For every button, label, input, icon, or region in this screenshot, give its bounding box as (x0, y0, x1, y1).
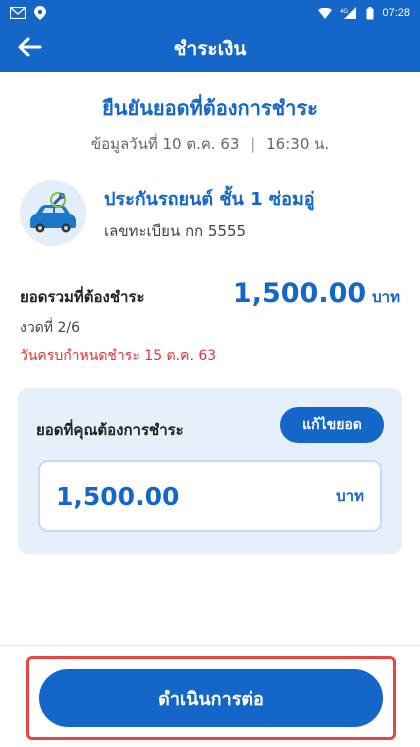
data-time: 16:30 น. (266, 135, 330, 153)
battery-icon (366, 6, 374, 20)
status-time: 07:28 (382, 7, 410, 19)
product-name: ประกันรถยนต์ ชั้น 1 ซ่อมอู่ (104, 188, 315, 210)
page-title: ชำระเงิน (173, 38, 247, 60)
product-plate: เลขทะเบียน กก 5555 (104, 221, 247, 240)
status-left (10, 6, 46, 20)
gmail-icon (10, 7, 26, 19)
due-date-label: วันครบกำหนดชำระ 15 ต.ค. 63 (20, 348, 217, 364)
payment-card: ยอดที่คุณต้องการชำระ แก้ไขยอด 1,500.00 บ… (18, 388, 402, 554)
continue-button[interactable]: ดำเนินการต่อ (39, 669, 383, 727)
car-repair-icon (20, 180, 86, 246)
product-info: ประกันรถยนต์ ชั้น 1 ซ่อมอู่ เลขทะเบียน ก… (20, 180, 400, 246)
signal-icon: 4G (340, 7, 358, 19)
total-label: ยอดรวมที่ต้องชำระ (20, 288, 145, 306)
bottom-action-area: ดำเนินการต่อ (0, 645, 420, 747)
back-button[interactable] (16, 35, 44, 63)
installment-label: งวดที่ 2/6 (20, 320, 80, 336)
edit-amount-button[interactable]: แก้ไขยอด (280, 407, 384, 443)
confirm-title: ยืนยันยอดที่ต้องการชำระ (102, 96, 318, 120)
payment-amount-currency: บาท (336, 487, 364, 505)
product-text: ประกันรถยนต์ ชั้น 1 ซ่อมอู่ เลขทะเบียน ก… (104, 184, 315, 243)
total-amount: 1,500.00 (232, 278, 367, 309)
data-info: ข้อมูลวันที่ 10 ต.ค. 63 | 16:30 น. (0, 132, 420, 156)
payment-amount-field[interactable]: 1,500.00 บาท (38, 460, 382, 532)
wifi-icon (318, 7, 333, 19)
data-separator: | (250, 135, 256, 153)
total-row: ยอดรวมที่ต้องชำระ 1,500.00 บาท (20, 278, 400, 309)
payment-label: ยอดที่คุณต้องการชำระ (36, 421, 184, 439)
data-date: ข้อมูลวันที่ 10 ต.ค. 63 (90, 135, 240, 153)
total-currency: บาท (372, 288, 400, 306)
app-bar: ชำระเงิน (0, 26, 420, 72)
highlight-box: ดำเนินการต่อ (26, 656, 396, 740)
arrow-left-icon (18, 37, 42, 61)
status-bar: 4G 07:28 (0, 0, 420, 26)
network-label: 4G (340, 9, 348, 15)
status-right: 4G 07:28 (318, 6, 410, 20)
payment-amount-value: 1,500.00 (56, 481, 180, 511)
notification-icon (34, 6, 46, 20)
